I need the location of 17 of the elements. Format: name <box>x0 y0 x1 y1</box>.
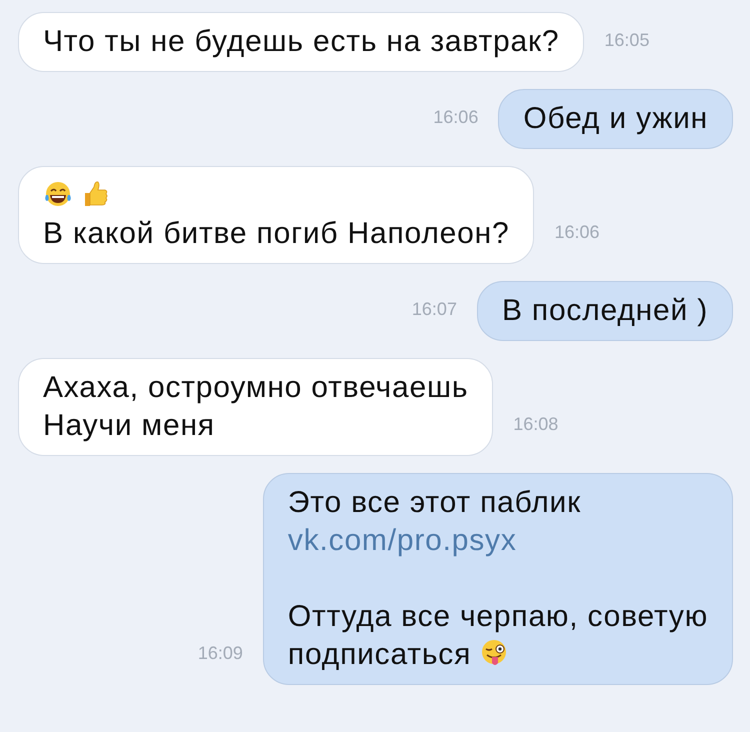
message-text: подписаться <box>288 638 472 671</box>
message-time: 16:07 <box>412 298 457 321</box>
message-text: Оттуда все черпаю, советую <box>288 600 708 633</box>
message-text: Ахаха, остроумно отвечаешь <box>43 371 468 404</box>
message-text: В последней ) <box>502 294 708 327</box>
message-text: Научи меня <box>43 409 215 442</box>
laughing-face-icon <box>43 179 73 209</box>
message-link[interactable]: vk.com/pro.psyx <box>288 524 517 557</box>
message-time: 16:08 <box>513 413 558 436</box>
message-text: Что ты не будешь есть на завтрак? <box>43 25 560 58</box>
message-text: В какой битве погиб Наполеон? <box>43 217 510 250</box>
message-text: Это все этот паблик <box>288 486 582 519</box>
message-time: 16:09 <box>198 642 243 665</box>
message-time: 16:06 <box>433 106 478 129</box>
message-text: Обед и ужин <box>523 102 708 135</box>
message-time: 16:05 <box>604 29 650 52</box>
message-time: 16:06 <box>554 221 600 244</box>
